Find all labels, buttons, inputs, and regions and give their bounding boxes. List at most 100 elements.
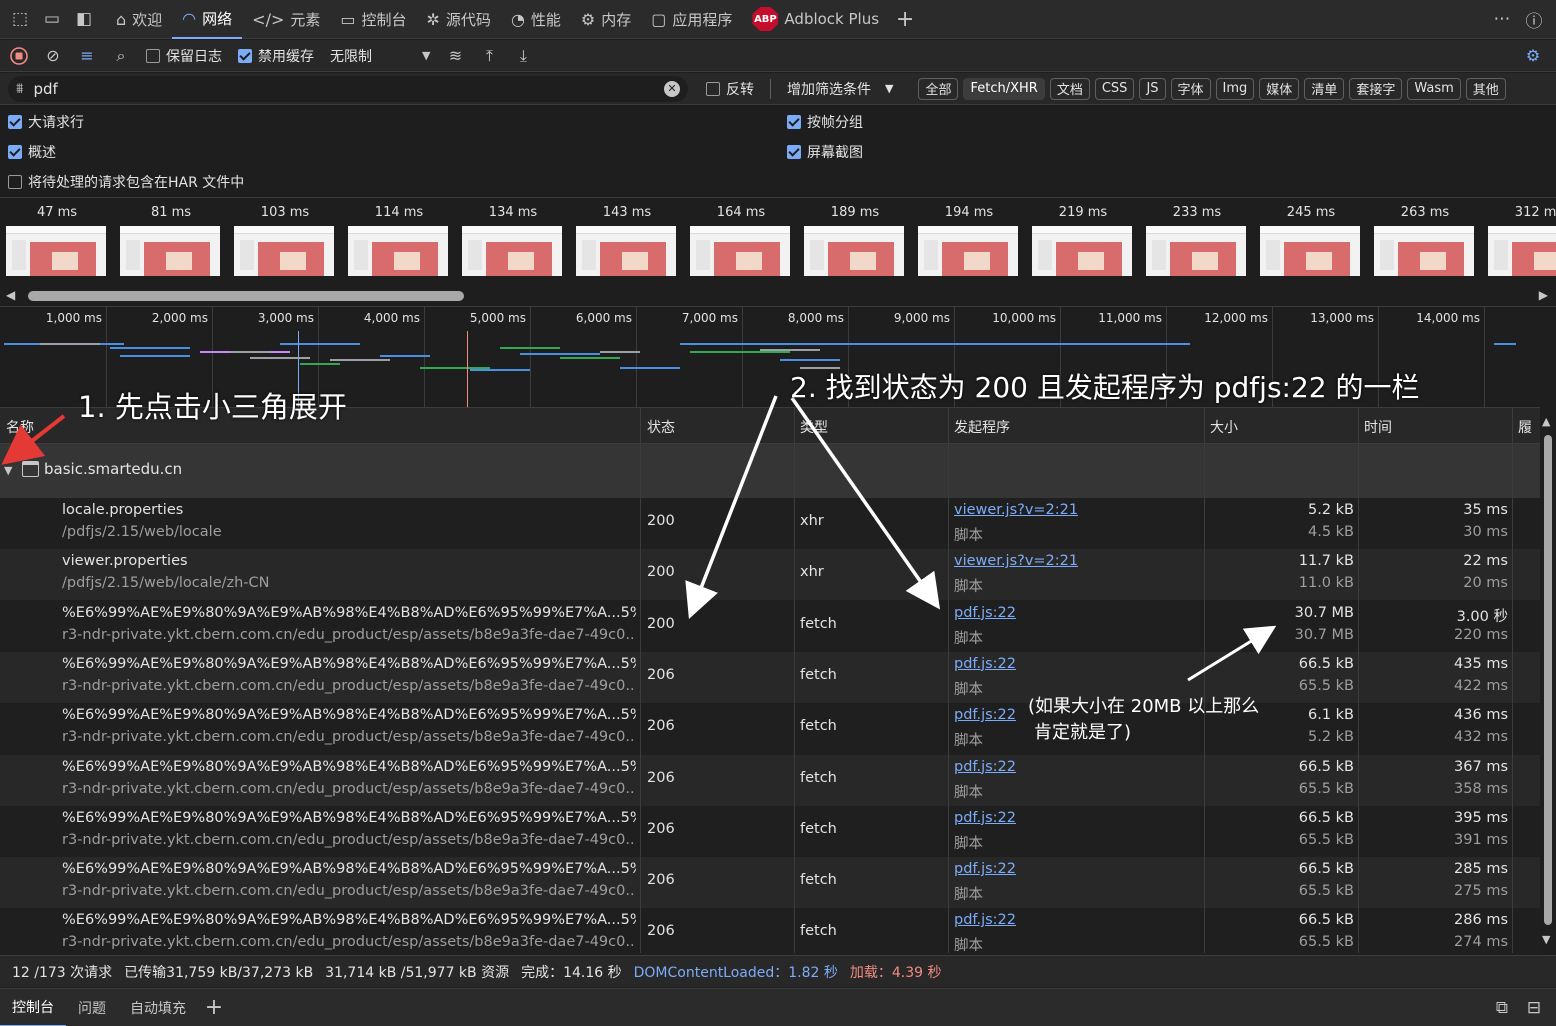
column-time-header[interactable]: 时间 — [1364, 417, 1392, 437]
table-row[interactable]: %E6%99%AE%E9%80%9A%E9%AB%98%E4%B8%AD%E6%… — [0, 754, 1540, 806]
filter-type-chip[interactable]: 其他 — [1465, 77, 1506, 100]
disable-cache-checkbox[interactable]: 禁用缓存 — [230, 46, 322, 66]
scroll-right-icon[interactable]: ▶ — [1539, 288, 1548, 302]
scrollbar-thumb[interactable] — [1544, 435, 1552, 925]
tab-1[interactable]: ◠ 网络 — [172, 0, 243, 39]
filter-type-chip[interactable]: 套接字 — [1349, 77, 1403, 100]
column-status-header[interactable]: 状态 — [647, 417, 675, 437]
filter-type-chip[interactable]: 字体 — [1170, 77, 1211, 100]
initiator-link[interactable]: pdf.js:22 — [954, 656, 1016, 672]
scroll-left-icon[interactable]: ◀ — [6, 288, 15, 302]
table-row[interactable]: %E6%99%AE%E9%80%9A%E9%AB%98%E4%B8%AD%E6%… — [0, 600, 1540, 652]
filter-type-chip[interactable]: CSS — [1094, 77, 1135, 100]
filmstrip-frame[interactable]: 312 ms — [1482, 198, 1556, 276]
table-row[interactable]: viewer.properties/pdfjs/2.15/web/locale/… — [0, 549, 1540, 601]
filter-input[interactable]: ⩩ pdf ✕ — [8, 75, 688, 102]
filmstrip-frame[interactable]: 114 ms — [342, 198, 456, 276]
preserve-log-checkbox[interactable]: 保留日志 — [138, 46, 230, 66]
filter-type-chip[interactable]: Img — [1215, 77, 1255, 100]
column-size-header[interactable]: 大小 — [1210, 417, 1238, 437]
dock-icon[interactable]: ⧉ — [1486, 988, 1518, 1026]
help-icon[interactable]: ⓘ — [1518, 0, 1550, 39]
table-row[interactable]: %E6%99%AE%E9%80%9A%E9%AB%98%E4%B8%AD%E6%… — [0, 805, 1540, 857]
column-initiator-header[interactable]: 发起程序 — [954, 417, 1010, 437]
filmstrip-scrollbar[interactable]: ◀ ▶ — [0, 288, 1556, 304]
screenshots-checkbox[interactable]: 屏幕截图 — [787, 142, 863, 162]
expand-triangle-icon[interactable]: ▼ — [4, 464, 12, 477]
tab-0[interactable]: ⌂ 欢迎 — [106, 0, 172, 39]
column-waterfall-header[interactable]: 履 — [1518, 417, 1532, 437]
upload-icon[interactable]: ⤒ — [472, 40, 506, 72]
sidebar-toggle-icon[interactable]: ◧ — [68, 0, 100, 39]
filter-toggle-icon[interactable]: ≡ — [70, 40, 104, 72]
add-tab-icon[interactable]: + — [889, 0, 921, 39]
initiator-link[interactable]: pdf.js:22 — [954, 759, 1016, 775]
clear-icon[interactable]: ⊘ — [36, 40, 70, 72]
overview-checkbox[interactable]: 概述 — [8, 142, 56, 162]
initiator-link[interactable]: viewer.js?v=2:21 — [954, 553, 1078, 569]
scroll-down-icon[interactable]: ▼ — [1542, 933, 1550, 946]
initiator-link[interactable]: viewer.js?v=2:21 — [954, 502, 1078, 518]
more-filters-dropdown[interactable]: 增加筛选条件 ▼ — [779, 79, 901, 99]
device-toggle-icon[interactable]: ▭ — [36, 0, 68, 39]
inspect-icon[interactable]: ⬚ — [4, 0, 36, 39]
drawer-tab[interactable]: 自动填充 — [118, 989, 198, 1026]
table-row[interactable]: %E6%99%AE%E9%80%9A%E9%AB%98%E4%B8%AD%E6%… — [0, 651, 1540, 703]
scroll-up-icon[interactable]: ▲ — [1542, 415, 1550, 428]
filmstrip-frame[interactable]: 134 ms — [456, 198, 570, 276]
record-stop-icon[interactable] — [2, 40, 36, 72]
add-drawer-tab-icon[interactable]: + — [198, 988, 230, 1026]
search-icon[interactable]: ⌕ — [104, 40, 138, 72]
column-type-header[interactable]: 类型 — [800, 417, 828, 437]
group-by-frame-checkbox[interactable]: 按帧分组 — [787, 112, 863, 132]
filter-type-chip[interactable]: 清单 — [1304, 77, 1345, 100]
filmstrip-frame[interactable]: 219 ms — [1026, 198, 1140, 276]
settings-gear-icon[interactable]: ⚙ — [1516, 40, 1550, 72]
filmstrip-frame[interactable]: 189 ms — [798, 198, 912, 276]
filter-type-chip[interactable]: JS — [1139, 77, 1166, 100]
table-scrollbar[interactable]: ▲ ▼ — [1540, 407, 1556, 953]
filmstrip-frame[interactable]: 245 ms — [1254, 198, 1368, 276]
throttle-select[interactable]: 无限制 ▼ — [322, 46, 438, 66]
filter-type-chip[interactable]: 媒体 — [1259, 77, 1300, 100]
tab-5[interactable]: ◔ 性能 — [501, 0, 571, 39]
tab-8[interactable]: ABP Adblock Plus — [742, 0, 889, 39]
filmstrip-frame[interactable]: 233 ms — [1140, 198, 1254, 276]
drawer-tab[interactable]: 问题 — [66, 989, 118, 1026]
filmstrip-frame[interactable]: 164 ms — [684, 198, 798, 276]
filmstrip-frame[interactable]: 81 ms — [114, 198, 228, 276]
initiator-link[interactable]: pdf.js:22 — [954, 861, 1016, 877]
filter-type-chip[interactable]: 全部 — [918, 77, 959, 100]
scrollbar-thumb[interactable] — [28, 291, 464, 301]
tab-4[interactable]: ✲ 源代码 — [417, 0, 501, 39]
column-name-header[interactable]: 名称 — [6, 417, 34, 437]
download-icon[interactable]: ⤓ — [506, 40, 540, 72]
tab-3[interactable]: ▭ 控制台 — [330, 0, 416, 39]
filmstrip-frame[interactable]: 103 ms — [228, 198, 342, 276]
initiator-link[interactable]: pdf.js:22 — [954, 912, 1016, 928]
initiator-link[interactable]: pdf.js:22 — [954, 810, 1016, 826]
close-drawer-icon[interactable]: ⊟ — [1518, 988, 1550, 1026]
table-row[interactable]: %E6%99%AE%E9%80%9A%E9%AB%98%E4%B8%AD%E6%… — [0, 703, 1540, 755]
filter-type-chip[interactable]: Wasm — [1407, 77, 1461, 100]
filmstrip-frame[interactable]: 47 ms — [0, 198, 114, 276]
clear-filter-icon[interactable]: ✕ — [664, 80, 680, 97]
drawer-tab[interactable]: 控制台 — [0, 989, 66, 1026]
table-row[interactable]: %E6%99%AE%E9%80%9A%E9%AB%98%E4%B8%AD%E6%… — [0, 908, 1540, 953]
filter-type-chip[interactable]: Fetch/XHR — [963, 77, 1045, 100]
initiator-link[interactable]: pdf.js:22 — [954, 605, 1016, 621]
table-row[interactable]: locale.properties/pdfjs/2.15/web/locale 2… — [0, 498, 1540, 549]
network-conditions-icon[interactable]: ≋ — [438, 40, 472, 72]
more-options-icon[interactable]: ⋯ — [1486, 0, 1518, 39]
invert-checkbox[interactable]: 反转 — [698, 79, 762, 99]
tab-2[interactable]: </> 元素 — [242, 0, 330, 39]
filter-type-chip[interactable]: 文档 — [1049, 77, 1090, 100]
tab-7[interactable]: ▢ 应用程序 — [641, 0, 742, 39]
filmstrip-frame[interactable]: 194 ms — [912, 198, 1026, 276]
tab-6[interactable]: ⚙ 内存 — [571, 0, 641, 39]
frame-group-row[interactable]: ▼ basic.smartedu.cn — [0, 444, 1540, 498]
filmstrip-frame[interactable]: 263 ms — [1368, 198, 1482, 276]
table-row[interactable]: %E6%99%AE%E9%80%9A%E9%AB%98%E4%B8%AD%E6%… — [0, 857, 1540, 909]
har-pending-checkbox[interactable]: 将待处理的请求包含在HAR 文件中 — [8, 172, 244, 192]
filmstrip-frame[interactable]: 143 ms — [570, 198, 684, 276]
